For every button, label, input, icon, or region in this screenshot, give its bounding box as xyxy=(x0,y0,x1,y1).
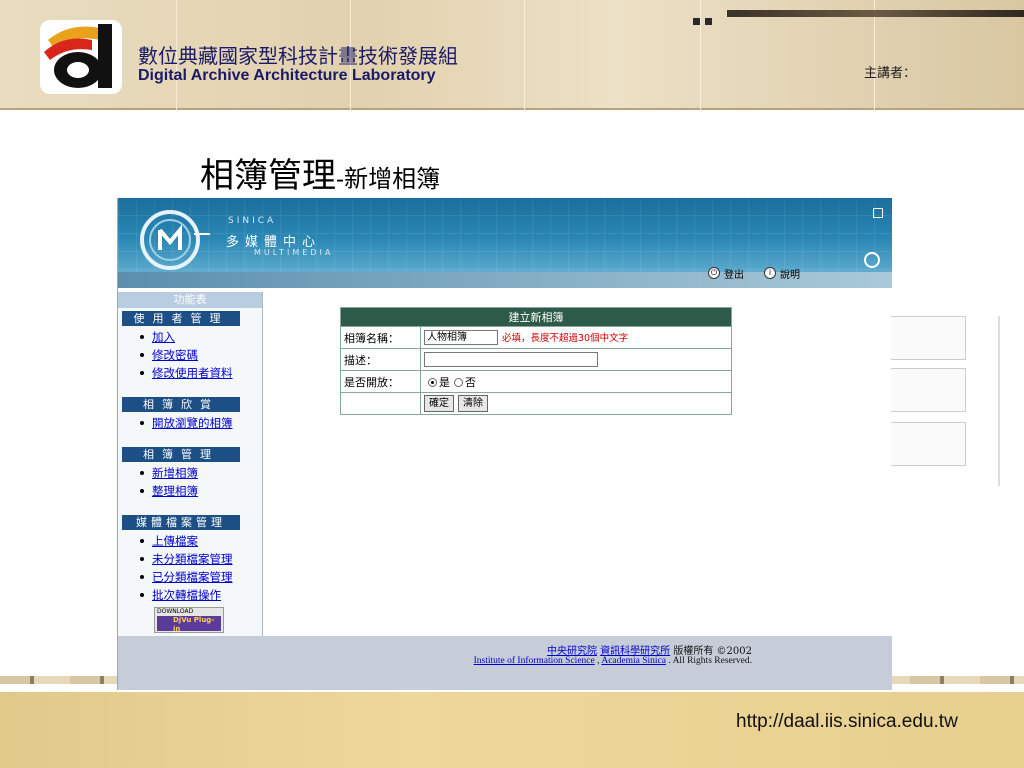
help-button[interactable]: i 說明 xyxy=(764,266,800,281)
menu-link-batch-convert[interactable]: 批次轉檔操作 xyxy=(152,587,221,603)
public-no-radio[interactable] xyxy=(454,378,463,387)
decorative-squares xyxy=(693,10,717,29)
menu-link-join[interactable]: 加入 xyxy=(152,329,175,345)
decorative-bar xyxy=(727,10,1024,17)
decorative-boxes xyxy=(890,316,1000,486)
menu-link-organize-albums[interactable]: 整理相簿 xyxy=(152,483,198,499)
info-icon: i xyxy=(764,267,776,279)
album-name-cell: 人物相簿 必填，長度不超過30個中文字 xyxy=(420,326,732,349)
slide-header: 數位典藏國家型科技計畫技術發展組 Digital Archive Archite… xyxy=(0,0,1024,110)
empty-cell xyxy=(340,392,421,415)
menu-item: 新增相簿 xyxy=(140,464,262,482)
menu-item: 已分類檔案管理 xyxy=(140,568,262,586)
section-media-management: 媒體檔案管理 xyxy=(122,515,240,530)
djvu-plugin-label: DjVu Plug-in xyxy=(173,616,215,633)
public-label: 是否開放： xyxy=(340,370,421,393)
section-user-management: 使用者管理 xyxy=(122,311,240,326)
ring-icon xyxy=(864,252,880,268)
public-yes-label: 是 xyxy=(439,375,450,389)
panel-divider xyxy=(524,0,525,110)
menu-item: 修改使用者資料 xyxy=(140,364,262,382)
form-header: 建立新相簿 xyxy=(340,307,732,327)
section-album-management: 相簿管理 xyxy=(122,447,240,462)
webapp-screenshot: SINICA 多媒體中心 MULTIMEDIA ⏻ 登出 i 說明 功能表 使用… xyxy=(117,198,892,690)
slide-title-main: 相簿管理 xyxy=(200,156,336,196)
academia-link-en[interactable]: Academia Sinica xyxy=(601,656,666,666)
menu-item: 批次轉檔操作 xyxy=(140,586,262,604)
reset-button[interactable]: 清除 xyxy=(458,395,488,412)
footer-line-en: Institute of Information Science , Acade… xyxy=(474,656,752,666)
djvu-plugin-badge: DjVu Plug-in from LizardTech xyxy=(157,616,221,639)
menu-item: 開放瀏覽的相簿 xyxy=(140,414,262,432)
logout-button[interactable]: ⏻ 登出 xyxy=(708,266,744,281)
sidebar-menu: 功能表 使用者管理 加入 修改密碼 修改使用者資料 相簿欣賞 開放瀏覽的相簿 相… xyxy=(118,292,263,639)
slide-title: 相簿管理-新增相簿 xyxy=(200,148,440,197)
site-banner: SINICA 多媒體中心 MULTIMEDIA ⏻ 登出 i 說明 xyxy=(118,198,892,288)
menu-link-public-albums[interactable]: 開放瀏覽的相簿 xyxy=(152,415,233,431)
iis-link-en[interactable]: Institute of Information Science xyxy=(474,656,595,666)
description-input[interactable] xyxy=(424,352,598,367)
download-label: DOWNLOAD xyxy=(157,608,194,615)
album-name-note: 必填，長度不超過30個中文字 xyxy=(502,332,629,344)
public-cell: 是否 xyxy=(420,370,732,393)
menu-item: 加入 xyxy=(140,328,262,346)
public-no-label: 否 xyxy=(465,375,476,389)
djvu-download-button[interactable]: DOWNLOAD DjVu Plug-in from LizardTech xyxy=(154,607,224,639)
square-icon xyxy=(873,208,883,218)
lab-name-en: Digital Archive Architecture Laboratory xyxy=(138,67,436,84)
bottom-band: http://daal.iis.sinica.edu.tw xyxy=(0,692,1024,768)
slide-title-sub: -新增相簿 xyxy=(336,165,441,193)
multimedia-logo-icon xyxy=(140,210,210,270)
menu-item: 上傳檔案 xyxy=(140,532,262,550)
menu-title: 功能表 xyxy=(118,292,262,308)
button-cell: 確定 清除 xyxy=(420,392,732,415)
menu-link-unclassified[interactable]: 未分類檔案管理 xyxy=(152,551,233,567)
menu-link-new-album[interactable]: 新增相簿 xyxy=(152,465,198,481)
menu-link-change-password[interactable]: 修改密碼 xyxy=(152,347,198,363)
new-album-form: 建立新相簿 相簿名稱： 人物相簿 必填，長度不超過30個中文字 描述： 是否開放：… xyxy=(340,307,732,415)
menu-link-upload[interactable]: 上傳檔案 xyxy=(152,533,198,549)
banner-sinica: SINICA xyxy=(228,216,277,226)
rights-en: . All Rights Reserved. xyxy=(665,656,752,666)
help-label: 說明 xyxy=(780,269,800,281)
footer-line-zh: 中央研究院 資訊科學研究所 版權所有 ©2002 xyxy=(547,642,752,657)
album-name-input[interactable]: 人物相簿 xyxy=(424,330,498,346)
menu-item: 未分類檔案管理 xyxy=(140,550,262,568)
album-name-label: 相簿名稱： xyxy=(340,326,421,349)
lab-name-zh: 數位典藏國家型科技計畫技術發展組 xyxy=(138,44,458,68)
logout-label: 登出 xyxy=(724,269,744,281)
section-album-browse: 相簿欣賞 xyxy=(122,397,240,412)
lab-logo-icon xyxy=(40,20,122,94)
menu-item: 整理相簿 xyxy=(140,482,262,500)
slide-url: http://daal.iis.sinica.edu.tw xyxy=(736,711,958,732)
menu-link-classified[interactable]: 已分類檔案管理 xyxy=(152,569,233,585)
banner-multimedia: MULTIMEDIA xyxy=(254,248,334,257)
menu-item: 修改密碼 xyxy=(140,346,262,364)
public-yes-radio[interactable] xyxy=(428,378,437,387)
description-label: 描述： xyxy=(340,348,421,371)
speaker-label: 主講者： xyxy=(864,66,917,81)
description-cell xyxy=(420,348,732,371)
menu-link-edit-profile[interactable]: 修改使用者資料 xyxy=(152,365,233,381)
submit-button[interactable]: 確定 xyxy=(424,395,454,412)
power-icon: ⏻ xyxy=(708,267,720,279)
site-footer: 中央研究院 資訊科學研究所 版權所有 ©2002 Institute of In… xyxy=(118,636,892,690)
